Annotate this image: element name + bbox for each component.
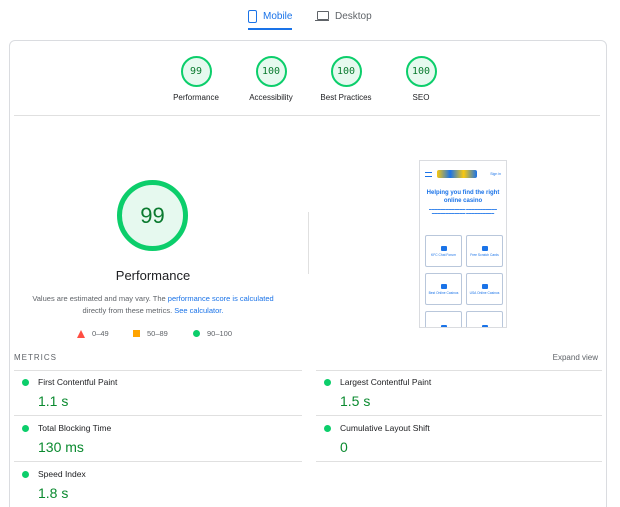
metric-divider [14, 415, 302, 416]
metrics-heading: METRICS [14, 353, 57, 362]
site-logo [437, 170, 477, 178]
coin-icon [440, 324, 447, 327]
legend-fail-label: 0–49 [92, 329, 109, 338]
metric-value: 1.8 s [38, 485, 69, 501]
red-triangle-icon [77, 329, 85, 338]
final-screenshot: Sign in Helping you find the right onlin… [419, 160, 507, 328]
desc-text: Values are estimated and may vary. The [32, 294, 168, 303]
device-tabs: Mobile Desktop [0, 0, 620, 30]
metric-divider [316, 370, 602, 371]
legend-average-label: 50–89 [147, 329, 168, 338]
ticket-icon [481, 245, 488, 251]
expand-view-toggle[interactable]: Expand view [553, 353, 598, 362]
category-summary: 99 Performance 100 Accessibility 100 Bes… [0, 56, 620, 106]
metric-lcp: Largest Contentful Paint 1.5 s [324, 377, 604, 409]
trophy-icon [440, 283, 447, 289]
metric-tbt: Total Blocking Time 130 ms [22, 423, 302, 455]
screenshot-tile: Free Scratch Cards [466, 235, 503, 267]
metric-value: 130 ms [38, 439, 84, 455]
screenshot-signin: Sign in [490, 172, 501, 176]
laptop-icon [315, 11, 329, 21]
metric-value: 1.5 s [340, 393, 371, 409]
metric-value: 0 [340, 439, 348, 455]
score-legend: 0–49 50–89 90–100 [0, 329, 306, 341]
green-circle-icon [193, 330, 200, 337]
tab-mobile-label: Mobile [263, 10, 293, 22]
tab-desktop[interactable]: Desktop [315, 4, 372, 28]
legend-average: 50–89 [133, 329, 168, 338]
score-ring: 100 [255, 56, 287, 87]
metric-divider [316, 415, 602, 416]
gauge-best-practices[interactable]: 100 Best Practices [306, 56, 386, 102]
desc-text-2: directly from these metrics. [82, 306, 175, 315]
metric-divider [14, 370, 302, 371]
gauge-label: Best Practices [320, 93, 372, 102]
performance-description: Values are estimated and may vary. The p… [0, 293, 306, 317]
legend-pass-label: 90–100 [207, 329, 233, 338]
screenshot-tiles: KFC Chat Forum Free Scratch Cards Best O… [425, 235, 503, 327]
score-ring: 100 [330, 56, 362, 87]
performance-score-gauge: 99 [117, 180, 188, 251]
metric-name: First Contentful Paint [38, 377, 118, 387]
legend-pass: 90–100 [193, 329, 232, 338]
menu-icon [425, 171, 432, 177]
orange-square-icon [133, 330, 140, 337]
screenshot-heading: Helping you find the right online casino [426, 190, 500, 204]
metric-name: Largest Contentful Paint [340, 377, 432, 387]
screenshot-tile: Best Online Casinos [425, 273, 462, 305]
screenshot-header: Sign in [420, 161, 506, 187]
metric-speed-index: Speed Index 1.8 s [22, 469, 302, 501]
screenshot-tile: KFC Chat Forum [425, 235, 462, 267]
green-circle-icon [22, 378, 29, 386]
see-calculator-link[interactable]: See calculator. [174, 306, 223, 315]
score-calculated-link[interactable]: performance score is calculated [168, 294, 274, 303]
performance-title: Performance [115, 268, 191, 283]
green-circle-icon [324, 424, 331, 432]
vertical-divider [308, 212, 309, 274]
score-ring: 100 [405, 56, 437, 87]
gauge-label: Accessibility [249, 93, 293, 102]
metric-name: Cumulative Layout Shift [340, 423, 430, 433]
metric-value: 1.1 s [38, 393, 69, 409]
phone-icon [248, 9, 257, 23]
gauge-performance[interactable]: 99 Performance [156, 56, 236, 102]
screenshot-tile: USA Online Casinos [466, 273, 503, 305]
metric-name: Total Blocking Time [38, 423, 112, 433]
score-ring: 99 [180, 56, 212, 87]
screenshot-tile [425, 311, 462, 327]
gauge-label: Performance [173, 93, 219, 102]
tab-mobile[interactable]: Mobile [248, 4, 293, 30]
section-divider [14, 115, 600, 116]
green-circle-icon [22, 424, 29, 432]
metric-divider [316, 461, 602, 462]
metric-divider [14, 461, 302, 462]
gauge-seo[interactable]: 100 SEO [381, 56, 461, 102]
green-circle-icon [22, 470, 29, 478]
tab-desktop-label: Desktop [335, 10, 372, 22]
gauge-accessibility[interactable]: 100 Accessibility [231, 56, 311, 102]
list-icon [481, 283, 488, 289]
metric-cls: Cumulative Layout Shift 0 [324, 423, 604, 455]
chat-icon [440, 245, 447, 251]
green-circle-icon [324, 378, 331, 386]
metric-fcp: First Contentful Paint 1.1 s [22, 377, 302, 409]
screenshot-tile [466, 311, 503, 327]
metric-name: Speed Index [38, 469, 86, 479]
gauge-label: SEO [412, 93, 430, 102]
legend-fail: 0–49 [77, 329, 109, 338]
screenshot-body-text: ▬▬▬▬▬▬▬▬▬▬▬▬▬ ▬▬▬▬▬▬▬▬▬▬▬ ▬▬▬▬▬▬▬▬▬▬▬▬ ▬… [429, 207, 497, 215]
moon-icon [481, 324, 488, 327]
